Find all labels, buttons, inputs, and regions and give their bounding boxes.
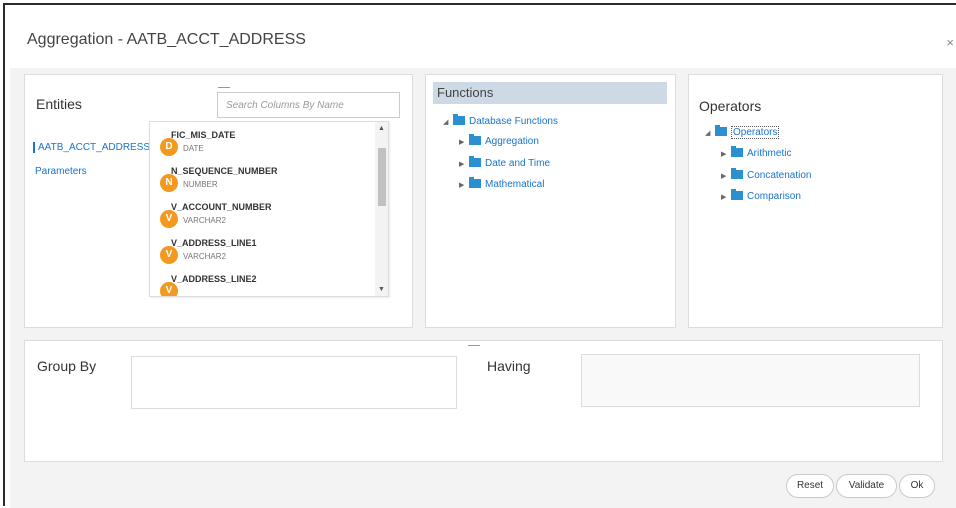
column-type: NUMBER bbox=[183, 180, 218, 189]
aggregation-dialog: Aggregation - AATB_ACCT_ADDRESS × Entiti… bbox=[3, 3, 956, 508]
varchar-type-badge: V bbox=[160, 282, 178, 296]
folder-icon bbox=[469, 156, 481, 167]
tree-expand-icon[interactable]: ▶ bbox=[721, 172, 731, 180]
folder-icon bbox=[453, 114, 465, 125]
tree-item-label: Database Functions bbox=[469, 116, 558, 127]
operators-heading: Operators bbox=[699, 98, 762, 114]
tree-item-label: Arithmetic bbox=[747, 148, 792, 159]
column-type: VARCHAR2 bbox=[183, 252, 226, 261]
validate-button[interactable]: Validate bbox=[836, 474, 897, 498]
panel-drag-handle[interactable] bbox=[468, 345, 480, 346]
folder-icon bbox=[715, 125, 727, 136]
tree-item-label: Mathematical bbox=[485, 179, 545, 190]
tree-item-arithmetic[interactable]: ▶ Arithmetic bbox=[721, 146, 792, 159]
entities-panel: Entities AATB_ACCT_ADDRESS Parameters D … bbox=[24, 74, 413, 328]
number-type-badge: N bbox=[160, 174, 178, 192]
column-list-scrollbar[interactable]: ▲ ▼ bbox=[375, 122, 388, 296]
reset-button[interactable]: Reset bbox=[786, 474, 834, 498]
tree-item-label: Concatenation bbox=[747, 170, 812, 181]
scroll-up-icon[interactable]: ▲ bbox=[378, 125, 385, 132]
column-name: FIC_MIS_DATE bbox=[171, 130, 236, 140]
column-name: V_ADDRESS_LINE2 bbox=[171, 274, 257, 284]
tree-collapse-icon[interactable]: ◢ bbox=[705, 129, 715, 137]
varchar-type-badge: V bbox=[160, 210, 178, 228]
column-name: V_ADDRESS_LINE1 bbox=[171, 238, 257, 248]
scrollbar-thumb[interactable] bbox=[378, 148, 386, 206]
scroll-down-icon[interactable]: ▼ bbox=[378, 286, 385, 293]
tree-item-label: Date and Time bbox=[485, 158, 551, 169]
tree-expand-icon[interactable]: ▶ bbox=[459, 181, 469, 189]
entity-item-parameters[interactable]: Parameters bbox=[35, 166, 87, 177]
functions-panel: Functions ◢ Database Functions ▶ Aggregati… bbox=[425, 74, 676, 328]
varchar-type-badge: V bbox=[160, 246, 178, 264]
operators-panel: Operators ◢ Operators ▶ Arithmetic ▶ Concat… bbox=[688, 74, 943, 328]
tree-collapse-icon[interactable]: ◢ bbox=[443, 118, 453, 126]
tree-expand-icon[interactable]: ▶ bbox=[721, 150, 731, 158]
tree-item-label: Operators bbox=[731, 126, 780, 139]
search-columns-input[interactable] bbox=[217, 92, 400, 118]
dialog-body: Entities AATB_ACCT_ADDRESS Parameters D … bbox=[10, 68, 956, 508]
folder-icon bbox=[469, 134, 481, 145]
tree-item-date-and-time[interactable]: ▶ Date and Time bbox=[459, 156, 551, 169]
tree-expand-icon[interactable]: ▶ bbox=[459, 138, 469, 146]
column-name: N_SEQUENCE_NUMBER bbox=[171, 166, 278, 176]
column-list: D FIC_MIS_DATE DATE N N_SEQUENCE_NUMBER … bbox=[149, 121, 389, 297]
having-box[interactable] bbox=[581, 354, 920, 407]
ok-button[interactable]: Ok bbox=[899, 474, 935, 498]
tree-expand-icon[interactable]: ▶ bbox=[721, 193, 731, 201]
tree-item-operators[interactable]: ◢ Operators bbox=[705, 125, 780, 139]
folder-icon bbox=[731, 146, 743, 157]
entities-heading: Entities bbox=[36, 96, 82, 112]
functions-heading: Functions bbox=[433, 82, 667, 104]
group-by-label: Group By bbox=[37, 358, 97, 374]
tree-item-label: Comparison bbox=[747, 191, 801, 202]
entity-item-aatb-acct-address[interactable]: AATB_ACCT_ADDRESS bbox=[33, 142, 150, 153]
column-type: VARCHAR2 bbox=[183, 216, 226, 225]
close-icon[interactable]: × bbox=[946, 35, 954, 50]
tree-item-comparison[interactable]: ▶ Comparison bbox=[721, 189, 801, 202]
dialog-title: Aggregation - AATB_ACCT_ADDRESS bbox=[27, 31, 306, 48]
tree-item-concatenation[interactable]: ▶ Concatenation bbox=[721, 168, 812, 181]
column-type: DATE bbox=[183, 144, 204, 153]
having-label: Having bbox=[487, 358, 531, 374]
column-name: V_ACCOUNT_NUMBER bbox=[171, 202, 272, 212]
group-by-having-panel: Group By Having bbox=[24, 340, 943, 462]
tree-item-label: Aggregation bbox=[485, 136, 539, 147]
tree-expand-icon[interactable]: ▶ bbox=[459, 160, 469, 168]
tree-item-mathematical[interactable]: ▶ Mathematical bbox=[459, 177, 545, 190]
folder-icon bbox=[469, 177, 481, 188]
folder-icon bbox=[731, 168, 743, 179]
tree-item-aggregation[interactable]: ▶ Aggregation bbox=[459, 134, 539, 147]
panel-drag-handle[interactable] bbox=[218, 87, 230, 88]
group-by-box[interactable] bbox=[131, 356, 457, 409]
date-type-badge: D bbox=[160, 138, 178, 156]
folder-icon bbox=[731, 189, 743, 200]
tree-item-database-functions[interactable]: ◢ Database Functions bbox=[443, 114, 558, 127]
